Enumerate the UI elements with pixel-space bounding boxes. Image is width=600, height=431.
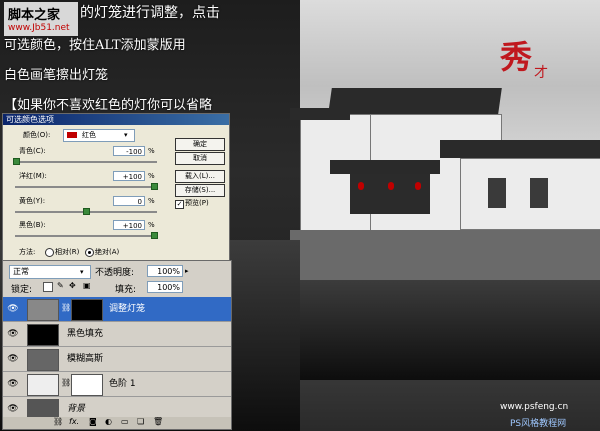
levels-adjustment-icon xyxy=(27,374,59,396)
seal-char: 秀 xyxy=(500,38,533,76)
slider-yellow: 黄色(Y): 0 % xyxy=(9,196,159,220)
chevron-down-icon: ▾ xyxy=(124,131,128,139)
fill-input[interactable]: 100% xyxy=(147,281,183,293)
dialog-title: 可选颜色选项 xyxy=(6,115,54,124)
slider-black-value[interactable]: +100 xyxy=(113,220,145,230)
chevron-right-icon[interactable]: ▸ xyxy=(185,265,189,277)
selective-color-dialog: 可选颜色选项 颜色(O): 红色 ▾ 青色(C): -100 % 洋红(M): … xyxy=(2,113,230,261)
ok-button[interactable]: 确定 xyxy=(175,138,225,151)
eye-icon[interactable]: 👁 xyxy=(7,303,19,315)
slider-yellow-unit: % xyxy=(148,197,155,205)
color-label: 颜色(O): xyxy=(23,131,51,139)
chevron-down-icon: ▾ xyxy=(80,268,84,276)
slider-magenta-thumb[interactable] xyxy=(151,183,158,190)
slider-black: 黑色(B): +100 % xyxy=(9,220,159,244)
trash-icon[interactable]: 🗑 xyxy=(153,417,163,426)
layer-name: 调整灯笼 xyxy=(109,304,146,314)
fx-button[interactable]: fx. xyxy=(69,417,79,426)
layer-row[interactable]: 👁 ⛓ 色阶 1 xyxy=(3,372,231,397)
preview-label[interactable]: 预览(P) xyxy=(185,198,209,208)
slider-magenta-unit: % xyxy=(148,172,155,180)
preview-checkbox[interactable]: ✓ xyxy=(175,200,184,209)
method-absolute-label[interactable]: 绝对(A) xyxy=(95,247,119,257)
layer-row[interactable]: 👁 ⛓ 调整灯笼 xyxy=(3,297,231,322)
fill-label: 填充: xyxy=(115,285,137,295)
dialog-title-bar[interactable]: 可选颜色选项 xyxy=(3,114,229,125)
seal-sub-char: 才 xyxy=(534,65,548,81)
slider-cyan-unit: % xyxy=(148,147,155,155)
slider-magenta: 洋红(M): +100 % xyxy=(9,171,159,195)
adjustment-layer-icon[interactable]: ◐ xyxy=(105,417,112,426)
slider-magenta-track[interactable] xyxy=(15,186,157,188)
site-url: www.Jb51.net xyxy=(8,23,70,33)
new-layer-icon[interactable]: ❏ xyxy=(137,417,144,426)
slider-cyan-label: 青色(C): xyxy=(19,147,46,155)
method-relative-radio[interactable] xyxy=(45,248,54,257)
layer-thumbnail xyxy=(27,299,59,321)
lock-brush-icon[interactable]: ✎ xyxy=(57,281,64,290)
photo-houses xyxy=(290,80,600,380)
annotation-line-1: 的灯笼进行调整，点击 xyxy=(80,5,220,21)
lock-all-icon[interactable]: ▣ xyxy=(83,281,91,290)
slider-cyan-thumb[interactable] xyxy=(13,158,20,165)
layer-name: 黑色填充 xyxy=(67,329,104,339)
slider-black-track[interactable] xyxy=(15,235,157,237)
lock-transparent-icon[interactable] xyxy=(43,282,53,292)
slider-black-unit: % xyxy=(148,221,155,229)
bottom-url: www.psfeng.cn xyxy=(500,402,569,412)
annotation-line-2: 可选颜色，按住ALT添加蒙版用 xyxy=(4,38,186,53)
slider-black-thumb[interactable] xyxy=(151,232,158,239)
slider-magenta-label: 洋红(M): xyxy=(19,172,47,180)
site-watermark: 脚本之家 www.Jb51.net xyxy=(4,2,78,36)
blend-mode-value: 正常 xyxy=(13,267,29,276)
blend-mode-select[interactable]: 正常 ▾ xyxy=(9,265,91,279)
lock-label: 锁定: xyxy=(11,285,33,295)
eye-icon[interactable]: 👁 xyxy=(7,353,19,365)
layer-thumbnail xyxy=(27,349,59,371)
method-absolute-radio[interactable] xyxy=(85,248,94,257)
save-button[interactable]: 存储(S)... xyxy=(175,184,225,197)
annotation-line-3: 白色画笔擦出灯笼 xyxy=(4,68,109,83)
slider-yellow-label: 黄色(Y): xyxy=(19,197,46,205)
layer-mask-thumbnail[interactable] xyxy=(71,374,103,396)
slider-yellow-thumb[interactable] xyxy=(83,208,90,215)
new-group-icon[interactable]: ▭ xyxy=(121,417,129,426)
layer-name: 模糊高斯 xyxy=(67,354,104,364)
annotation-line-4: 【如果你不喜欢红色的灯你可以省略 xyxy=(4,98,213,113)
color-swatch xyxy=(67,132,77,138)
slider-magenta-value[interactable]: +100 xyxy=(113,171,145,181)
method-label: 方法: xyxy=(19,248,36,256)
slider-cyan: 青色(C): -100 % xyxy=(9,146,159,170)
cancel-button[interactable]: 取消 xyxy=(175,152,225,165)
seal-logo-top: 秀 才 xyxy=(490,28,570,88)
layer-thumbnail xyxy=(27,324,59,346)
slider-black-label: 黑色(B): xyxy=(19,221,46,229)
link-icon: ⛓ xyxy=(61,303,72,312)
opacity-label: 不透明度: xyxy=(95,268,135,278)
method-relative-label[interactable]: 相对(R) xyxy=(55,247,79,257)
layer-mask-thumbnail[interactable] xyxy=(71,299,103,321)
add-mask-icon[interactable]: ◙ xyxy=(89,417,97,426)
color-value: 红色 xyxy=(82,131,96,139)
eye-icon[interactable]: 👁 xyxy=(7,403,19,415)
bottom-brand: PS风格教程网 xyxy=(510,419,567,429)
layer-row[interactable]: 👁 模糊高斯 xyxy=(3,347,231,372)
eye-icon[interactable]: 👁 xyxy=(7,328,19,340)
layers-footer: ⛓ fx. ◙ ◐ ▭ ❏ 🗑 xyxy=(3,417,231,429)
load-button[interactable]: 载入(L)... xyxy=(175,170,225,183)
link-layers-icon[interactable]: ⛓ xyxy=(53,417,63,426)
slider-cyan-track[interactable] xyxy=(15,161,157,163)
link-icon: ⛓ xyxy=(61,378,72,387)
layer-row[interactable]: 👁 黑色填充 xyxy=(3,322,231,347)
site-name: 脚本之家 xyxy=(8,8,61,23)
opacity-input[interactable]: 100% xyxy=(147,265,183,277)
lock-move-icon[interactable]: ✥ xyxy=(69,281,76,290)
eye-icon[interactable]: 👁 xyxy=(7,378,19,390)
color-select[interactable]: 红色 ▾ xyxy=(63,129,135,142)
layers-panel: 正常 ▾ 不透明度: 100% ▸ 锁定: ✎ ✥ ▣ 填充: 100% 👁 ⛓… xyxy=(2,260,232,430)
slider-cyan-value[interactable]: -100 xyxy=(113,146,145,156)
layer-name: 色阶 1 xyxy=(109,379,136,389)
slider-yellow-value[interactable]: 0 xyxy=(113,196,145,206)
